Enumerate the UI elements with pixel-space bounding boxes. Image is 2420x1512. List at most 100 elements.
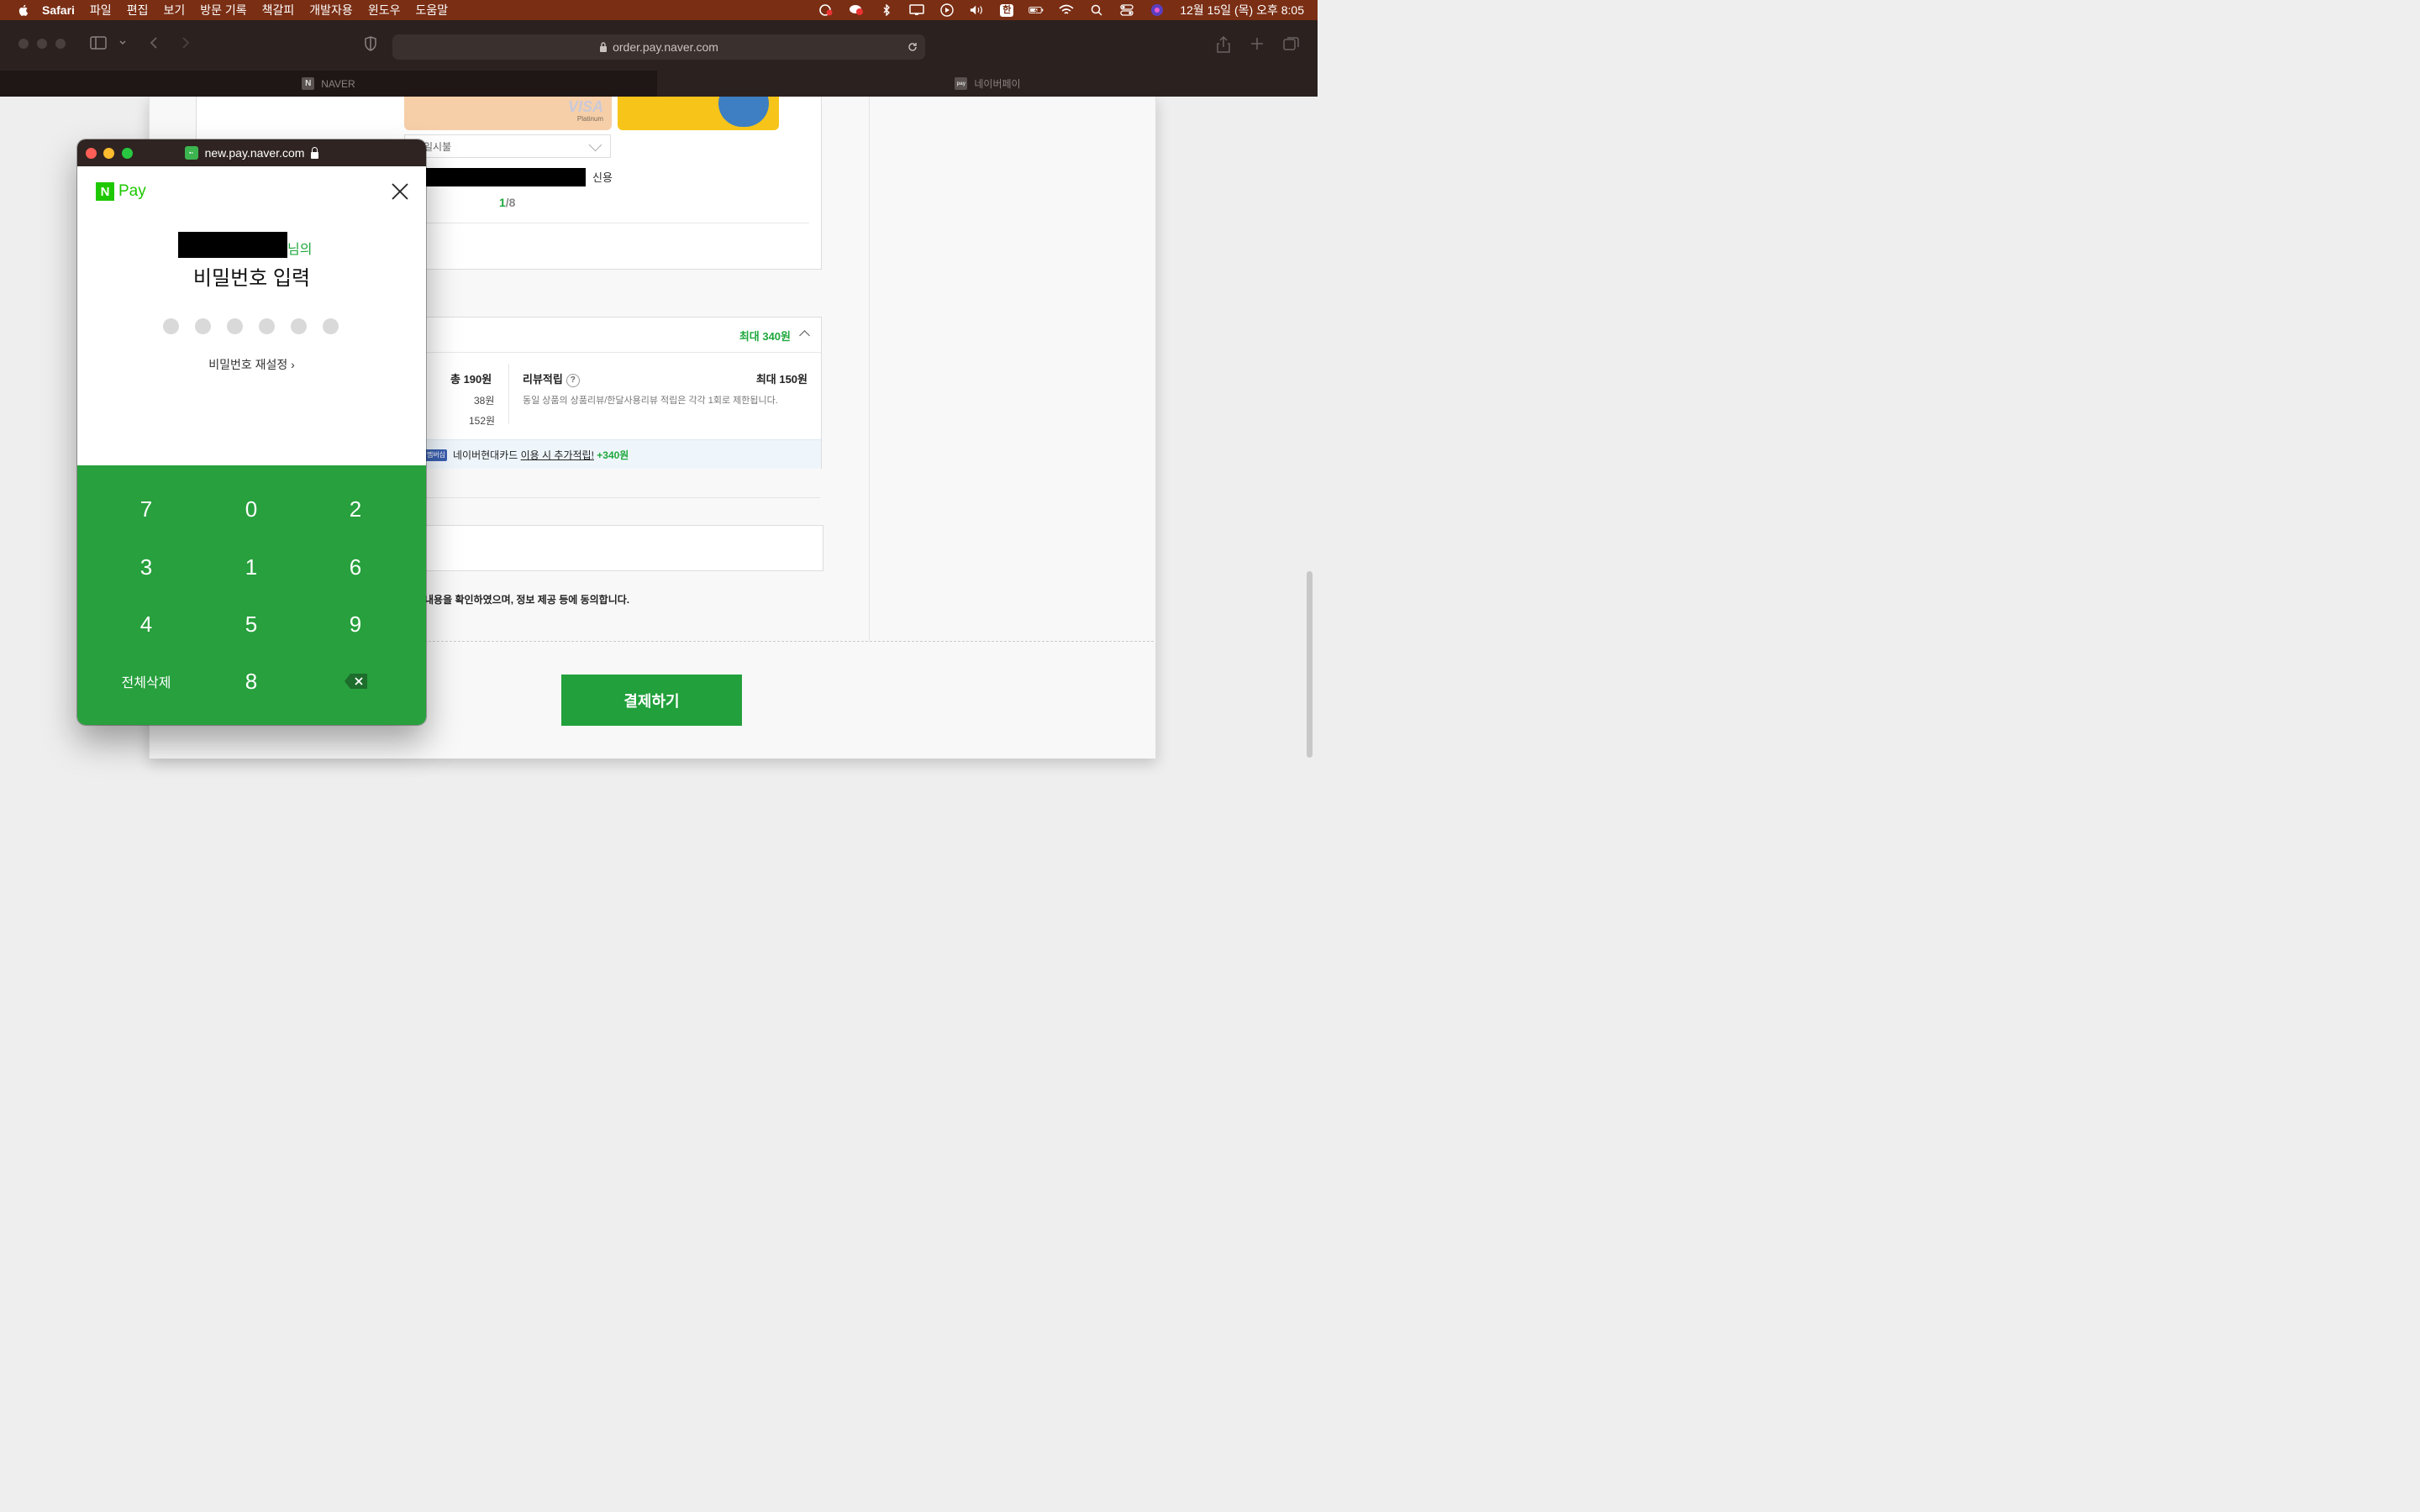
installment-value: 일시불 bbox=[424, 140, 452, 153]
scrollbar[interactable] bbox=[1307, 571, 1313, 758]
wifi-icon[interactable] bbox=[1059, 4, 1074, 16]
popup-close-button[interactable] bbox=[86, 148, 97, 159]
review-points-text: 리뷰적립 bbox=[523, 373, 563, 386]
chevron-down-icon[interactable] bbox=[118, 36, 127, 51]
promo-amount: +340원 bbox=[593, 449, 629, 461]
key-3[interactable]: 3 bbox=[104, 546, 188, 588]
review-points-max: 최대 150원 bbox=[755, 373, 808, 386]
naverpay-favicon-icon: ▪▫ bbox=[184, 146, 198, 160]
visa-logo: VISA bbox=[567, 98, 603, 115]
address-url: order.pay.naver.com bbox=[613, 40, 718, 54]
pay-button[interactable]: 결제하기 bbox=[561, 675, 742, 726]
promo-text: 네이버현대카드 이용 시 추가적립! +340원 bbox=[453, 448, 629, 462]
backspace-icon[interactable] bbox=[331, 660, 381, 702]
points-max-label: 최대 340원 bbox=[739, 330, 791, 343]
card-tier: Platinum bbox=[576, 115, 603, 123]
share-icon[interactable] bbox=[1216, 35, 1231, 53]
close-icon[interactable] bbox=[391, 182, 409, 201]
key-4[interactable]: 4 bbox=[104, 603, 188, 645]
new-tab-icon[interactable] bbox=[1249, 36, 1265, 51]
key-1[interactable]: 1 bbox=[209, 546, 293, 588]
key-6[interactable]: 6 bbox=[313, 546, 397, 588]
menubar-clock[interactable]: 12월 15일 (목) 오후 8:05 bbox=[1180, 2, 1304, 18]
order-summary-pane bbox=[869, 97, 1155, 641]
menu-app-safari[interactable]: Safari bbox=[42, 3, 75, 17]
bluetooth-icon[interactable] bbox=[879, 4, 894, 16]
popup-minimize-button[interactable] bbox=[103, 148, 114, 159]
key-9[interactable]: 9 bbox=[313, 603, 397, 645]
divider bbox=[508, 364, 509, 424]
status-area: 한 12월 15일 (목) 오후 8:05 bbox=[818, 0, 1304, 20]
address-bar[interactable]: order.pay.naver.com bbox=[392, 34, 925, 60]
menu-view[interactable]: 보기 bbox=[163, 2, 185, 18]
clear-all-button[interactable]: 전체삭제 bbox=[104, 660, 188, 702]
review-points-label: 리뷰적립? bbox=[523, 370, 580, 387]
play-icon[interactable] bbox=[939, 3, 955, 17]
key-2[interactable]: 2 bbox=[313, 488, 397, 530]
password-dots bbox=[163, 318, 339, 334]
points-row-1: 38원 bbox=[474, 395, 495, 407]
menu-file[interactable]: 파일 bbox=[90, 2, 112, 18]
menu-bookmarks[interactable]: 책갈피 bbox=[262, 2, 295, 18]
npay-logo-pay: Pay bbox=[118, 182, 146, 200]
promo-prefix: 네이버현대카드 bbox=[453, 449, 521, 461]
window-minimize-button[interactable] bbox=[37, 39, 47, 49]
agreement-text: 내용을 확인하였으며, 정보 제공 등에 동의합니다. bbox=[424, 594, 630, 606]
tab-naverpay[interactable]: pay 네이버페이 bbox=[658, 71, 1318, 97]
naver-favicon-icon: N bbox=[302, 77, 315, 90]
dashed-divider bbox=[408, 641, 1154, 643]
popup-url: new.pay.naver.com bbox=[204, 146, 305, 160]
menu-help[interactable]: 도움말 bbox=[415, 2, 448, 18]
creative-cloud-icon[interactable] bbox=[818, 4, 834, 16]
key-8[interactable]: 8 bbox=[209, 660, 293, 702]
card-image-character[interactable] bbox=[618, 97, 779, 130]
volume-icon[interactable] bbox=[970, 4, 985, 16]
password-reset-link[interactable]: 비밀번호 재설정 › bbox=[77, 356, 426, 373]
back-icon[interactable] bbox=[149, 36, 159, 51]
battery-icon[interactable] bbox=[1028, 4, 1044, 16]
menu-develop[interactable]: 개발자용 bbox=[309, 2, 353, 18]
menu-window[interactable]: 윈도우 bbox=[368, 2, 401, 18]
sidebar-toggle-icon[interactable] bbox=[90, 36, 107, 51]
password-dot bbox=[259, 318, 275, 334]
lock-icon bbox=[311, 147, 319, 159]
key-7[interactable]: 7 bbox=[104, 488, 188, 530]
help-icon[interactable]: ? bbox=[566, 373, 580, 387]
card-pager: 1/8 bbox=[499, 196, 515, 209]
card-number-redacted bbox=[404, 168, 586, 186]
menu-edit[interactable]: 편집 bbox=[127, 2, 149, 18]
tab-overview-icon[interactable] bbox=[1283, 36, 1300, 51]
membership-badge: 멤버십 bbox=[425, 449, 447, 461]
input-method-indicator[interactable]: 한 bbox=[1000, 3, 1014, 17]
menu-history[interactable]: 방문 기록 bbox=[200, 2, 246, 18]
popup-zoom-button[interactable] bbox=[122, 148, 133, 159]
card-image-visa[interactable]: VISA Platinum bbox=[404, 97, 612, 130]
tab-naver[interactable]: N NAVER bbox=[0, 71, 657, 97]
npay-logo-n: N bbox=[96, 182, 114, 201]
promo-link[interactable]: 이용 시 추가적립! bbox=[521, 449, 594, 461]
siri-icon[interactable] bbox=[1150, 4, 1165, 16]
pager-current: 1 bbox=[499, 196, 506, 209]
control-center-icon[interactable] bbox=[1119, 4, 1134, 16]
key-0[interactable]: 0 bbox=[209, 488, 293, 530]
tab-label: NAVER bbox=[321, 77, 355, 90]
password-title: 비밀번호 입력 bbox=[192, 267, 311, 290]
browser-toolbar: order.pay.naver.com bbox=[0, 20, 1318, 71]
npay-logo: N Pay bbox=[96, 182, 146, 201]
display-icon[interactable] bbox=[909, 4, 924, 16]
installment-select[interactable]: 일시불 bbox=[404, 134, 611, 158]
chat-icon[interactable] bbox=[849, 4, 864, 16]
window-close-button[interactable] bbox=[18, 39, 29, 49]
chevron-up-icon[interactable] bbox=[799, 330, 810, 341]
character-illustration bbox=[718, 97, 769, 127]
reload-icon[interactable] bbox=[907, 41, 918, 53]
window-zoom-button[interactable] bbox=[55, 39, 66, 49]
privacy-shield-icon[interactable] bbox=[364, 36, 377, 51]
points-total: 총 190원 bbox=[450, 373, 492, 386]
tab-bar: N NAVER pay 네이버페이 bbox=[0, 71, 1318, 97]
points-row-2: 152원 bbox=[469, 415, 496, 427]
key-5[interactable]: 5 bbox=[209, 603, 293, 645]
forward-icon[interactable] bbox=[181, 36, 191, 51]
spotlight-search-icon[interactable] bbox=[1089, 4, 1104, 16]
apple-logo-icon[interactable] bbox=[17, 3, 30, 17]
